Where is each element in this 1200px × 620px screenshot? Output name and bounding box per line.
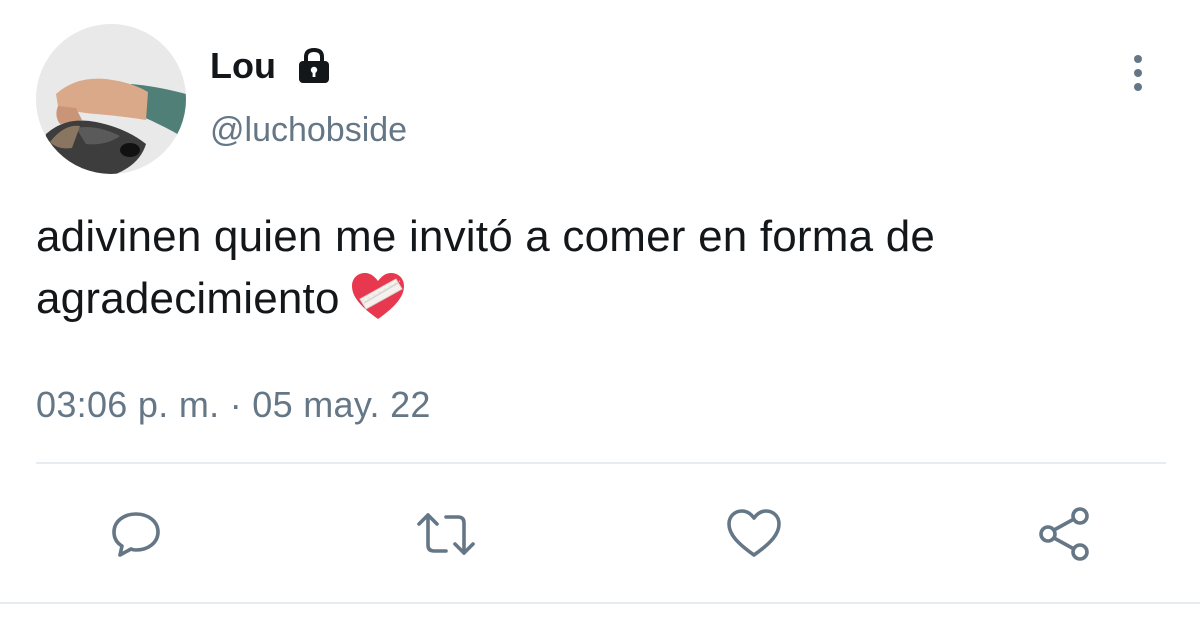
- reply-button[interactable]: [106, 504, 166, 564]
- share-icon: [1039, 507, 1089, 561]
- tweet-card: Lou @luchobside adivinen quien me invitó…: [0, 0, 1200, 620]
- more-vertical-icon: [1134, 55, 1142, 91]
- bottom-divider: [0, 602, 1200, 604]
- avatar-photo: [36, 24, 186, 174]
- lock-icon: [294, 46, 334, 86]
- mending-heart-emoji: [350, 271, 406, 323]
- display-name-text: Lou: [210, 45, 276, 86]
- like-button[interactable]: [724, 504, 784, 564]
- share-button[interactable]: [1034, 504, 1094, 564]
- tweet-text: adivinen quien me invitó a comer en form…: [36, 206, 1166, 330]
- divider: [36, 462, 1166, 464]
- heart-icon: [727, 509, 781, 557]
- reply-icon: [112, 512, 160, 557]
- user-handle[interactable]: @luchobside: [210, 108, 407, 152]
- tweet-body: adivinen quien me invitó a comer en form…: [36, 212, 936, 323]
- retweet-icon: [417, 513, 475, 555]
- retweet-button[interactable]: [416, 504, 476, 564]
- avatar[interactable]: [36, 24, 186, 174]
- tweet-timestamp[interactable]: 03:06 p. m. · 05 may. 22: [36, 382, 431, 428]
- display-name[interactable]: Lou: [210, 44, 334, 88]
- more-options-button[interactable]: [1118, 50, 1158, 96]
